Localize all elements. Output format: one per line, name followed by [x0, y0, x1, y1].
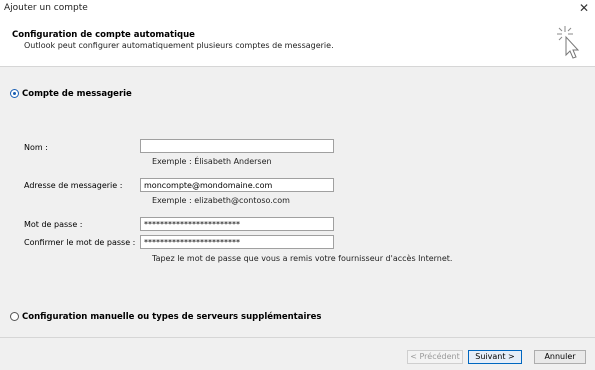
footer-divider: [0, 337, 595, 338]
magic-wand-cursor-icon: [557, 26, 580, 59]
header-title: Configuration de compte automatique: [12, 30, 195, 40]
header-subtitle: Outlook peut configurer automatiquement …: [24, 41, 334, 50]
name-label: Nom :: [24, 143, 48, 152]
cancel-button[interactable]: Annuler: [534, 350, 586, 364]
name-example: Exemple : Élisabeth Andersen: [152, 157, 272, 166]
email-account-label[interactable]: Compte de messagerie: [22, 89, 132, 99]
confirm-password-field[interactable]: [140, 235, 334, 249]
password-label: Mot de passe :: [24, 220, 83, 229]
password-hint: Tapez le mot de passe que vous a remis v…: [152, 254, 453, 263]
email-account-radio[interactable]: [10, 89, 19, 98]
email-label: Adresse de messagerie :: [24, 181, 123, 190]
confirm-password-label: Confirmer le mot de passe :: [24, 238, 136, 247]
title-bar: Ajouter un compte ✕: [0, 0, 595, 18]
next-button[interactable]: Suivant >: [468, 350, 522, 364]
name-field[interactable]: [140, 139, 334, 153]
manual-config-radio[interactable]: [10, 312, 19, 321]
wizard-header: Configuration de compte automatique Outl…: [0, 18, 595, 67]
previous-button[interactable]: < Précédent: [407, 350, 463, 364]
close-icon[interactable]: ✕: [579, 1, 589, 15]
email-field[interactable]: [140, 178, 334, 192]
window-title: Ajouter un compte: [4, 3, 88, 13]
password-field[interactable]: [140, 217, 334, 231]
email-example: Exemple : elizabeth@contoso.com: [152, 196, 290, 205]
manual-config-label[interactable]: Configuration manuelle ou types de serve…: [22, 312, 321, 322]
